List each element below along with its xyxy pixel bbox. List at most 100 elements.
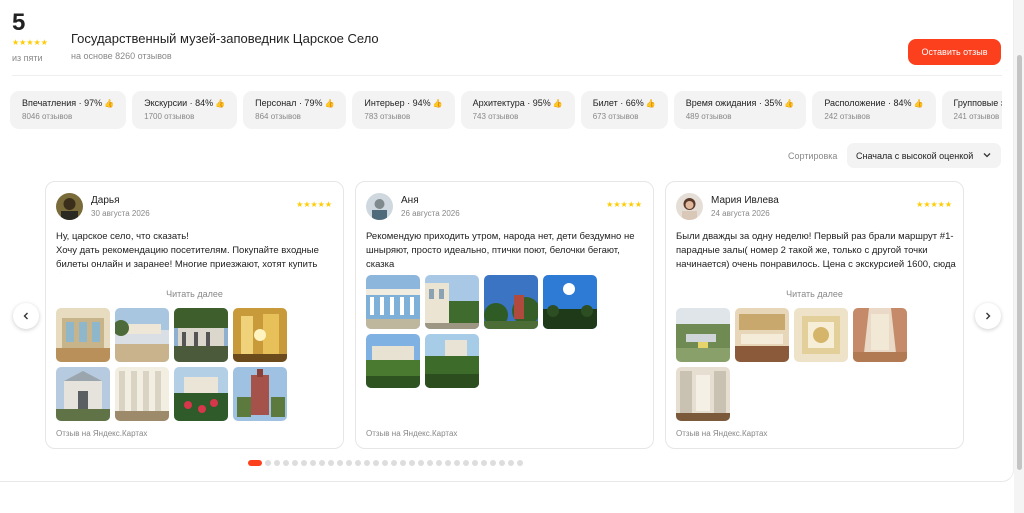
- avatar: [676, 193, 703, 220]
- review-source: Отзыв на Яндекс.Картах: [56, 429, 148, 438]
- pagination-dot[interactable]: [337, 460, 343, 466]
- carousel-next-button[interactable]: [975, 303, 1001, 329]
- pagination-dot[interactable]: [310, 460, 316, 466]
- pagination-dot[interactable]: [319, 460, 325, 466]
- aspect-chip[interactable]: Время ожидания · 35% 👍 489 отзывов: [673, 91, 807, 129]
- pagination-dot[interactable]: [400, 460, 406, 466]
- review-photo[interactable]: [56, 308, 110, 362]
- aspect-count: 864 отзывов: [255, 112, 301, 121]
- aspect-chip[interactable]: Впечатления · 97% 👍 8046 отзывов: [10, 91, 127, 129]
- pagination-dot[interactable]: [508, 460, 514, 466]
- review-photo[interactable]: [425, 275, 479, 329]
- aspect-chip[interactable]: Архитектура · 95% 👍 743 отзывов: [460, 91, 575, 129]
- review-photo[interactable]: [174, 367, 228, 421]
- sort-label: Сортировка: [788, 151, 838, 161]
- review-author[interactable]: Дарья: [91, 195, 120, 206]
- pagination-dot[interactable]: [445, 460, 451, 466]
- review-photo[interactable]: [115, 308, 169, 362]
- aspect-label: Время ожидания · 35%: [685, 98, 783, 108]
- avatar: [56, 193, 83, 220]
- aspect-count: 1700 отзывов: [144, 112, 195, 121]
- thumbs-up-icon: 👍: [913, 99, 924, 108]
- pagination-dot[interactable]: [409, 460, 415, 466]
- aspect-chip[interactable]: Расположение · 84% 👍 242 отзывов: [812, 91, 936, 129]
- pagination-dot[interactable]: [472, 460, 478, 466]
- pagination-dot[interactable]: [418, 460, 424, 466]
- review-photo[interactable]: [853, 308, 907, 362]
- pagination-dot[interactable]: [427, 460, 433, 466]
- thumbs-up-icon: 👍: [784, 99, 795, 108]
- review-stars: ★★★★★: [606, 200, 642, 209]
- pagination-dot[interactable]: [265, 460, 271, 466]
- review-photo[interactable]: [366, 275, 420, 329]
- pagination-dot[interactable]: [292, 460, 298, 466]
- chevron-right-icon: [986, 312, 991, 320]
- sort-select[interactable]: Сначала с высокой оценкой: [847, 143, 1001, 168]
- review-photo[interactable]: [676, 367, 730, 421]
- leave-review-button[interactable]: Оставить отзыв: [908, 39, 1001, 65]
- rating-summary: 5 ★★★★★ из пяти: [12, 9, 48, 64]
- thumbs-up-icon: 👍: [552, 99, 563, 108]
- pagination-dot[interactable]: [274, 460, 280, 466]
- review-photo[interactable]: [735, 308, 789, 362]
- review-photo[interactable]: [174, 308, 228, 362]
- pagination-dot[interactable]: [328, 460, 334, 466]
- scrollbar[interactable]: [1014, 0, 1024, 513]
- sort-value: Сначала с высокой оценкой: [856, 151, 974, 161]
- review-author[interactable]: Мария Ивлева: [711, 195, 779, 206]
- aspect-chip[interactable]: Билет · 66% 👍 673 отзывов: [580, 91, 668, 129]
- aspect-label: Интерьер · 94%: [364, 98, 431, 108]
- pagination-dot[interactable]: [355, 460, 361, 466]
- review-text: Рекомендую приходить утром, народа нет, …: [366, 231, 635, 270]
- reviews-widget: 5 ★★★★★ из пяти Государственный музей-за…: [0, 0, 1024, 513]
- pagination-dot[interactable]: [364, 460, 370, 466]
- review-photo[interactable]: [543, 275, 597, 329]
- pagination-dot[interactable]: [481, 460, 487, 466]
- review-photo[interactable]: [366, 334, 420, 388]
- place-title: Государственный музей-заповедник Царское…: [71, 31, 379, 46]
- pagination-dot[interactable]: [301, 460, 307, 466]
- pagination-dot[interactable]: [248, 460, 262, 466]
- aspect-count: 242 отзывов: [824, 112, 871, 121]
- review-photo[interactable]: [794, 308, 848, 362]
- header-divider: [12, 75, 1002, 76]
- review-photo[interactable]: [115, 367, 169, 421]
- pagination-dot[interactable]: [283, 460, 289, 466]
- pagination-dot[interactable]: [463, 460, 469, 466]
- scrollbar-thumb[interactable]: [1017, 55, 1022, 470]
- review-photo[interactable]: [484, 275, 538, 329]
- rating-scale-label: из пяти: [12, 53, 43, 63]
- pagination-dot[interactable]: [454, 460, 460, 466]
- aspect-chip[interactable]: Персонал · 79% 👍 864 отзывов: [243, 91, 347, 129]
- review-date: 30 августа 2026: [91, 209, 150, 218]
- pagination-dot[interactable]: [436, 460, 442, 466]
- aspect-chip[interactable]: Интерьер · 94% 👍 783 отзывов: [352, 91, 455, 129]
- read-more-link[interactable]: Читать далее: [46, 289, 343, 299]
- pagination-dot[interactable]: [490, 460, 496, 466]
- pagination-dot[interactable]: [499, 460, 505, 466]
- thumbs-up-icon: 👍: [215, 99, 226, 108]
- aspect-chip[interactable]: Групповые экскурсии · 80%👍 241 отзывов: [941, 91, 1003, 129]
- carousel-prev-button[interactable]: [13, 303, 39, 329]
- review-photo[interactable]: [233, 308, 287, 362]
- pagination-dot[interactable]: [382, 460, 388, 466]
- aspect-label: Групповые экскурсии · 80%: [953, 98, 1003, 108]
- review-card: Аня 26 августа 2026 ★★★★★ Рекомендую при…: [355, 181, 654, 449]
- review-source: Отзыв на Яндекс.Картах: [676, 429, 768, 438]
- review-photo[interactable]: [425, 334, 479, 388]
- pagination-dot[interactable]: [346, 460, 352, 466]
- reviews-total: на основе 8260 отзывов: [71, 51, 172, 61]
- read-more-link[interactable]: Читать далее: [666, 289, 963, 299]
- pagination-dot[interactable]: [517, 460, 523, 466]
- review-photo[interactable]: [676, 308, 730, 362]
- review-photo[interactable]: [233, 367, 287, 421]
- review-photo[interactable]: [56, 367, 110, 421]
- review-text: Ну, царское село, что сказать! Хочу дать…: [56, 231, 319, 274]
- pagination-dot[interactable]: [373, 460, 379, 466]
- review-author[interactable]: Аня: [401, 195, 419, 206]
- aspect-chip[interactable]: Экскурсии · 84% 👍 1700 отзывов: [132, 91, 238, 129]
- review-source: Отзыв на Яндекс.Картах: [366, 429, 458, 438]
- rating-value: 5: [12, 9, 26, 36]
- review-card: Дарья 30 августа 2026 ★★★★★ Ну, царское …: [45, 181, 344, 449]
- pagination-dot[interactable]: [391, 460, 397, 466]
